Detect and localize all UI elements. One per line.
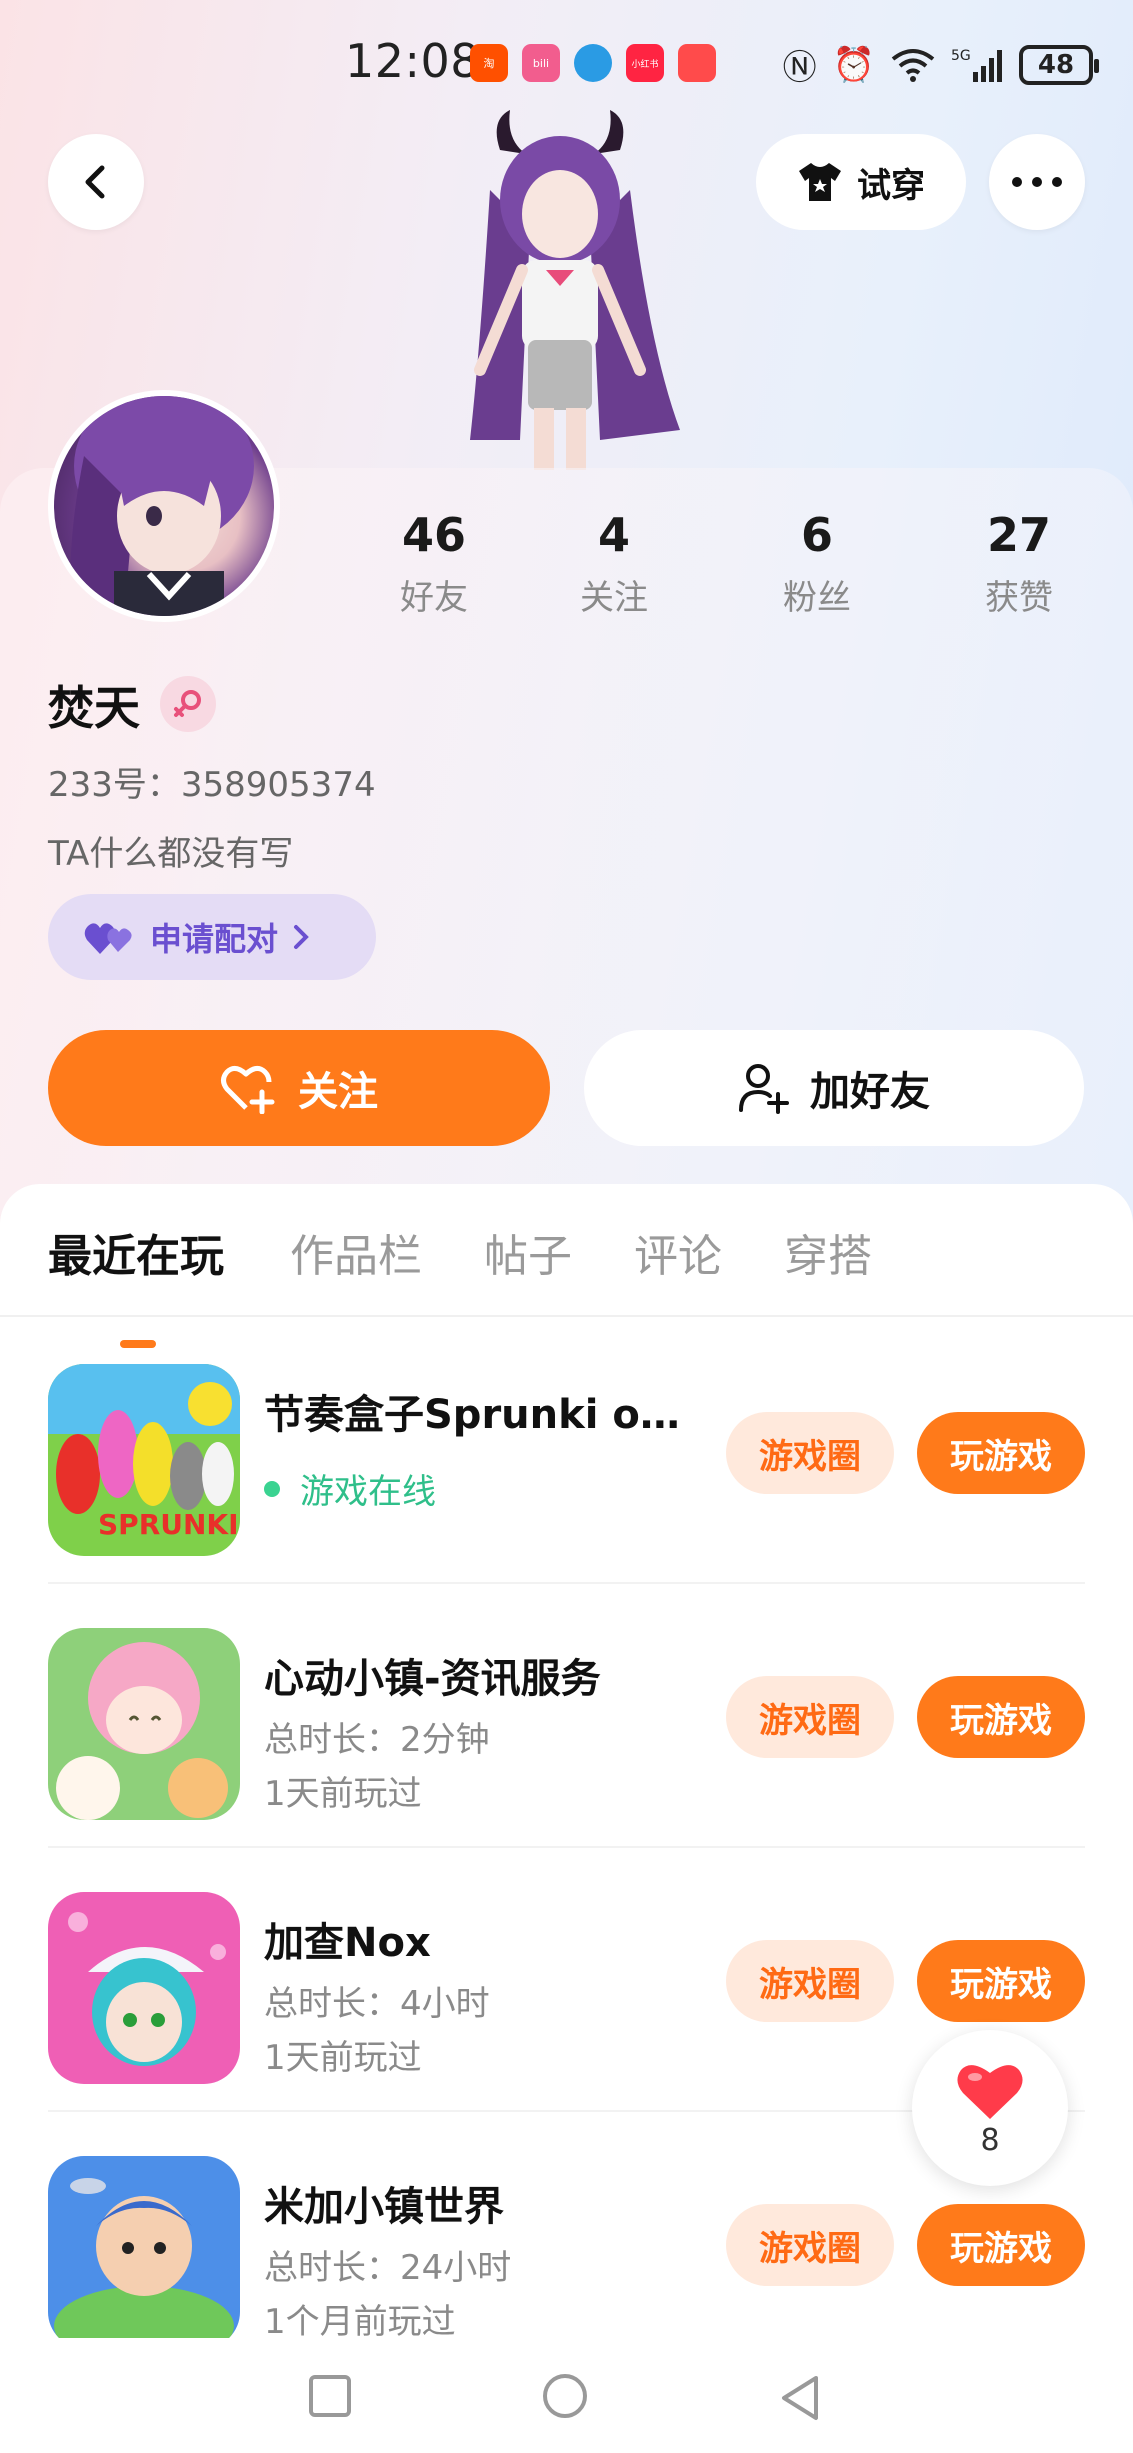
- game-circle-button[interactable]: 游戏圈: [726, 2204, 894, 2286]
- tab-recently-played[interactable]: 最近在玩: [48, 1220, 224, 1284]
- like-floating-button[interactable]: 8: [912, 2030, 1068, 2186]
- battery-indicator: 48: [1019, 44, 1099, 85]
- try-on-button[interactable]: 试穿: [756, 134, 966, 230]
- game-last-played: 1个月前玩过: [264, 2302, 456, 2342]
- svg-text:5G: 5G: [951, 48, 971, 64]
- apply-pair-label: 申请配对: [150, 920, 279, 958]
- game-playtime: 总时长：4小时: [264, 1984, 490, 2024]
- taobao-app-icon: 淘: [470, 44, 508, 82]
- game-icon-miga-world[interactable]: [48, 2156, 240, 2348]
- recent-apps-button[interactable]: [308, 2374, 352, 2418]
- game-title: 心动小镇-资讯服务: [264, 1656, 601, 1702]
- more-button[interactable]: [989, 134, 1085, 230]
- status-time: 12:08: [345, 34, 481, 88]
- signal-icon: 5G: [951, 48, 1002, 82]
- game-circle-button[interactable]: 游戏圈: [726, 1412, 894, 1494]
- avatar-character-illustration: [470, 110, 680, 470]
- game-icon-sprunki[interactable]: SPRUNKI: [48, 1364, 240, 1556]
- system-navigation-bar: [0, 2338, 1133, 2453]
- game-online-status: 游戏在线: [264, 1464, 436, 1513]
- tab-divider: [0, 1315, 1133, 1317]
- add-friend-label: 加好友: [810, 1069, 930, 1115]
- stat-likes[interactable]: 27 获赞: [939, 508, 1099, 619]
- game-playtime: 总时长：2分钟: [264, 1720, 490, 1760]
- home-button[interactable]: [540, 2374, 590, 2424]
- circle-app-icon: [574, 44, 612, 82]
- online-status-label: 游戏在线: [300, 1472, 436, 1512]
- tab-works[interactable]: 作品栏: [290, 1220, 422, 1284]
- wifi-icon: [891, 48, 935, 82]
- user-id: 233号：358905374: [48, 765, 376, 805]
- game-last-played: 1天前玩过: [264, 2038, 422, 2078]
- tshirt-icon: [799, 163, 841, 201]
- nfc-icon: Ⓝ: [782, 48, 817, 88]
- heart-plus-icon: [221, 1066, 275, 1114]
- double-heart-icon: [84, 923, 132, 954]
- alarm-icon: ⏰: [832, 44, 875, 85]
- female-gender-icon: [160, 676, 216, 732]
- like-count: 8: [980, 2122, 1000, 2158]
- xiaohongshu-app-icon: 小红书: [626, 44, 664, 82]
- stat-value: 4: [597, 508, 630, 562]
- play-game-button[interactable]: 玩游戏: [917, 1412, 1085, 1494]
- stat-value: 27: [986, 508, 1051, 562]
- stat-friends[interactable]: 46 好友: [354, 508, 514, 619]
- game-title: 加查Nox: [264, 1920, 431, 1966]
- chevron-left-icon: [85, 165, 105, 199]
- game-title: 米加小镇世界: [264, 2184, 504, 2230]
- game-title: 节奏盒子Sprunki op...: [264, 1392, 694, 1438]
- try-on-label: 试穿: [857, 165, 925, 206]
- stat-label: 获赞: [985, 578, 1053, 618]
- tab-outfits[interactable]: 穿搭: [784, 1220, 872, 1284]
- add-friend-button[interactable]: 加好友: [584, 1030, 1084, 1146]
- avatar[interactable]: [48, 390, 280, 622]
- add-user-icon: [739, 1064, 789, 1114]
- follow-button[interactable]: 关注: [48, 1030, 550, 1146]
- game-circle-button[interactable]: 游戏圈: [726, 1940, 894, 2022]
- huawei-app-icon: [678, 44, 716, 82]
- user-name: 焚天: [48, 681, 140, 735]
- stat-value: 46: [401, 508, 466, 562]
- play-game-button[interactable]: 玩游戏: [917, 1940, 1085, 2022]
- play-game-button[interactable]: 玩游戏: [917, 1676, 1085, 1758]
- game-playtime: 总时长：24小时: [264, 2248, 512, 2288]
- game-row[interactable]: SPRUNKI 节奏盒子Sprunki op... 游戏在线 游戏圈 玩游戏: [0, 1320, 1133, 1584]
- tab-comments[interactable]: 评论: [634, 1220, 722, 1284]
- apply-pair-button[interactable]: 申请配对: [48, 894, 376, 980]
- online-dot-icon: [264, 1480, 280, 1497]
- game-icon-gacha-nox[interactable]: [48, 1892, 240, 2084]
- more-dots-icon: [1012, 177, 1062, 187]
- chevron-right-icon: [294, 925, 309, 949]
- stat-label: 好友: [400, 578, 468, 618]
- svg-text:SPRUNKI: SPRUNKI: [98, 1508, 239, 1541]
- tab-posts[interactable]: 帖子: [484, 1220, 572, 1284]
- play-game-button[interactable]: 玩游戏: [917, 2204, 1085, 2286]
- stat-value: 6: [800, 508, 833, 562]
- stat-following[interactable]: 4 关注: [534, 508, 694, 619]
- user-bio: TA什么都没有写: [48, 834, 294, 874]
- game-last-played: 1天前玩过: [264, 1774, 422, 1814]
- game-icon-heartopia[interactable]: [48, 1628, 240, 1820]
- status-bar: 12:08 淘 bili 小红书 Ⓝ ⏰ 5G 48: [0, 30, 1133, 94]
- follow-label: 关注: [298, 1069, 378, 1115]
- back-nav-button[interactable]: [778, 2374, 822, 2422]
- stat-label: 关注: [580, 578, 648, 618]
- tab-bar: 最近在玩 作品栏 帖子 评论 穿搭: [0, 1220, 1133, 1348]
- bilibili-app-icon: bili: [522, 44, 560, 82]
- stat-fans[interactable]: 6 粉丝: [737, 508, 897, 619]
- stat-label: 粉丝: [783, 578, 851, 618]
- heart-icon: [957, 2064, 1023, 2119]
- game-circle-button[interactable]: 游戏圈: [726, 1676, 894, 1758]
- back-button[interactable]: [48, 134, 144, 230]
- game-row[interactable]: 心动小镇-资讯服务 总时长：2分钟 1天前玩过 游戏圈 玩游戏: [0, 1584, 1133, 1848]
- avatar-portrait-image: [70, 396, 254, 616]
